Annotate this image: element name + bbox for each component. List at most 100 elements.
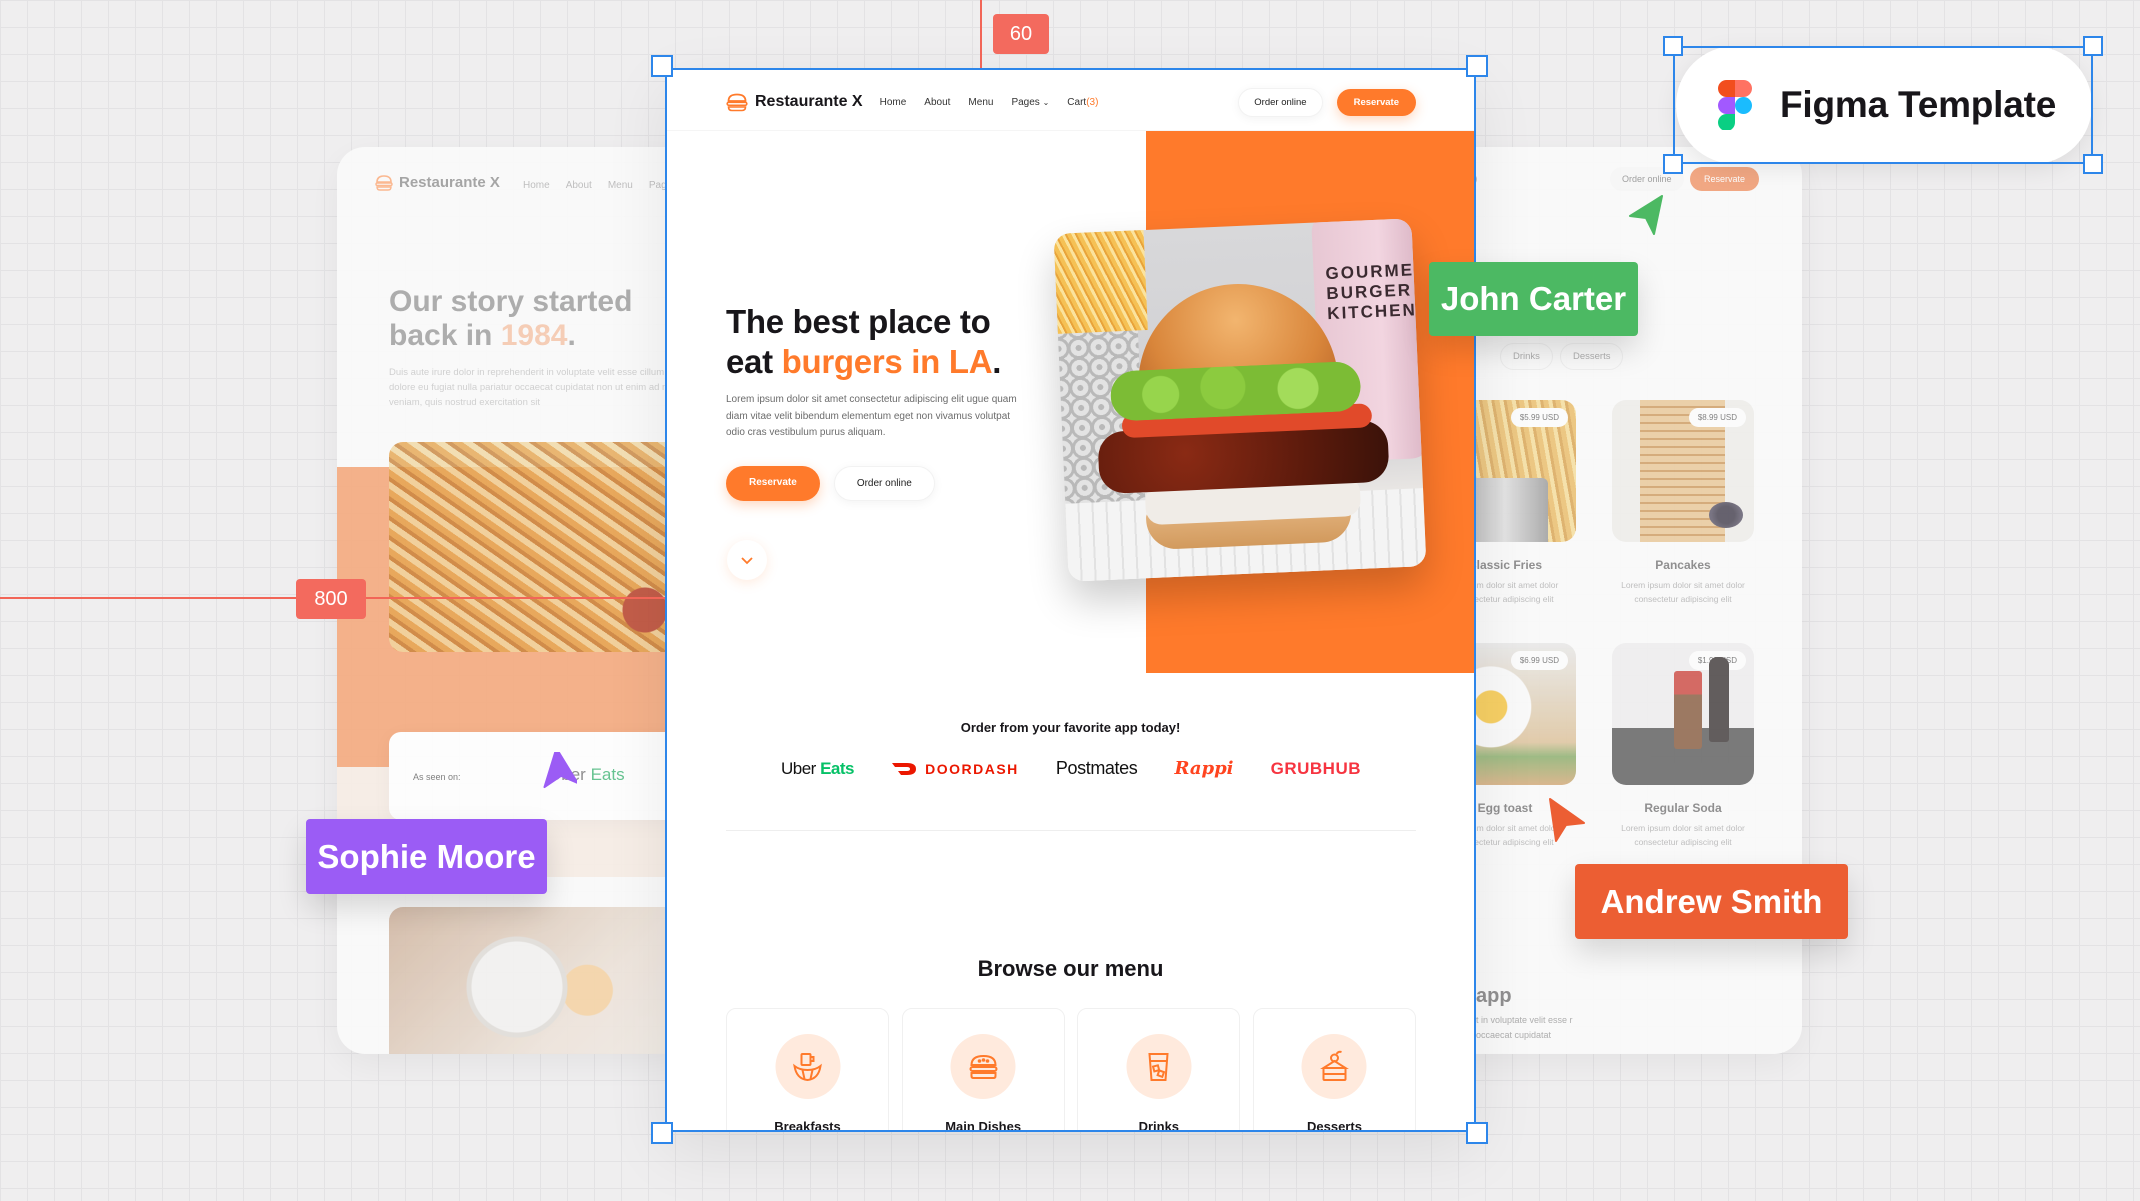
nav-pages-label: Pages [1011, 96, 1040, 108]
eats-text: Eats [590, 765, 625, 784]
item-name: Regular Soda [1644, 801, 1722, 815]
hero-buttons: Reservate Order online [726, 466, 935, 501]
vertical-measure-line [980, 0, 982, 68]
menu-page-app-title: app [1476, 985, 1512, 1007]
item-price: $6.99 USD [1510, 651, 1568, 670]
nav-divider [665, 130, 1476, 131]
fries-graphic [1053, 220, 1148, 335]
as-seen-on-label: As seen on: [413, 772, 461, 782]
about-page-brand-name: Restaurante X [399, 174, 500, 191]
chevron-down-icon [741, 556, 753, 564]
badge-handle-bottom-left[interactable] [1663, 154, 1683, 174]
hero-reservate-button[interactable]: Reservate [726, 466, 820, 501]
doordash-logo[interactable]: DOORDASH [891, 761, 1019, 777]
badge-handle-top-left[interactable] [1663, 36, 1683, 56]
section-divider [726, 830, 1416, 831]
brand-logo[interactable]: Restaurante X [726, 93, 863, 112]
nav-pages[interactable]: Pages ⌄ [1011, 97, 1049, 108]
cup-print-text: GOURMET BURGER KITCHEN [1325, 259, 1427, 324]
hero-title-highlight: burgers in LA [781, 343, 993, 380]
about-page-text: Duis aute irure dolor in reprehenderit i… [389, 367, 670, 408]
home-page-frame[interactable]: Restaurante X Home About Menu Pages ⌄ Ca… [665, 68, 1476, 1132]
menu-tab-drinks: Drinks [1500, 343, 1553, 370]
cursor-arrow-icon [543, 752, 577, 789]
about-title-suffix: . [567, 319, 576, 352]
menu-categories: Breakfasts Main Dishes Drinks Desserts [726, 1008, 1416, 1132]
figma-template-label: Figma Template [1780, 84, 2057, 125]
category-main-dishes[interactable]: Main Dishes [901, 1008, 1065, 1132]
hero-title-line1: The best place to [726, 303, 991, 340]
order-online-button[interactable]: Order online [1238, 87, 1323, 117]
dining-photo [389, 907, 697, 1054]
about-page-nav: Home About Menu Page [523, 180, 672, 191]
about-title-prefix: back in [389, 319, 501, 352]
item-price: $1.99 USD [1688, 651, 1746, 670]
menu-item-card: $1.99 USD Regular Soda Lorem ipsum dolor… [1612, 643, 1754, 849]
horizontal-measure-label: 800 [296, 579, 366, 619]
category-label: Desserts [1307, 1119, 1362, 1132]
browse-menu-title: Browse our menu [977, 956, 1164, 981]
figma-template-badge[interactable]: Figma Template [1676, 46, 2092, 164]
scroll-down-button[interactable] [727, 540, 767, 580]
nav-actions: Order online Reservate [1238, 87, 1416, 117]
top-navigation: Restaurante X Home About Menu Pages ⌄ Ca… [726, 84, 1416, 120]
reservate-button[interactable]: Reservate [1336, 88, 1416, 116]
about-page-title: Our story started back in 1984. [389, 285, 632, 353]
resize-handle-bottom-right[interactable] [1466, 1122, 1488, 1144]
menu-page-reservate: Reservate [1690, 167, 1760, 191]
nav-menu[interactable]: Menu [968, 97, 993, 108]
croissant-coffee-icon [775, 1034, 840, 1099]
figma-logo-icon [1718, 80, 1752, 130]
category-drinks[interactable]: Drinks [1077, 1008, 1241, 1132]
resize-handle-bottom-left[interactable] [651, 1122, 673, 1144]
about-nav-menu: Menu [607, 180, 633, 191]
item-name: Pancakes [1655, 558, 1711, 572]
chevron-down-icon: ⌄ [1042, 97, 1050, 107]
resize-handle-top-left[interactable] [651, 55, 673, 77]
doordash-dash-icon [892, 762, 917, 775]
hero-title-prefix: eat [726, 343, 782, 380]
category-label: Drinks [1138, 1119, 1180, 1132]
category-label: Breakfasts [774, 1119, 841, 1132]
about-title-highlight: 1984 [500, 319, 568, 352]
nav-home[interactable]: Home [880, 97, 907, 108]
category-desserts[interactable]: Desserts [1252, 1008, 1416, 1132]
badge-handle-top-right[interactable] [2083, 36, 2103, 56]
grubhub-logo[interactable]: GRUBHUB [1271, 759, 1361, 779]
brand-name: Restaurante X [755, 93, 863, 110]
about-title-line1: Our story started [389, 285, 633, 318]
about-nav-about: About [565, 180, 592, 191]
category-breakfasts[interactable]: Breakfasts [726, 1008, 889, 1132]
collaborator-tag-john-carter: John Carter [1429, 262, 1638, 336]
nav-links: Home About Menu Pages ⌄ Cart(3) [880, 97, 1099, 108]
cake-slice-icon [1301, 1034, 1367, 1099]
menu-tab-desserts: Desserts [1560, 343, 1624, 370]
hero-order-online-button[interactable]: Order online [833, 466, 935, 501]
hero-burger-image: GOURMET BURGER KITCHEN [1053, 218, 1427, 582]
cart-count: (3) [1086, 96, 1099, 108]
cursor-arrow-icon [1549, 798, 1585, 842]
burger-logo-icon [726, 93, 748, 111]
nav-cart[interactable]: Cart(3) [1067, 97, 1098, 108]
resize-handle-top-right[interactable] [1466, 55, 1488, 77]
nav-about[interactable]: About [924, 97, 950, 108]
category-label: Main Dishes [945, 1119, 1022, 1132]
nav-cart-label: Cart [1067, 96, 1087, 108]
burger-logo-icon [375, 174, 393, 191]
postmates-logo[interactable]: Postmates [1056, 758, 1138, 779]
regular-soda-photo: $1.99 USD [1612, 643, 1754, 785]
cursor-arrow-icon [1629, 195, 1663, 235]
item-desc: Lorem ipsum dolor sit amet dolor consect… [1621, 580, 1745, 604]
about-page-preview: Restaurante X Home About Menu Page Our s… [337, 147, 697, 1054]
hero-description: Lorem ipsum dolor sit amet consectetur a… [726, 394, 1017, 438]
vertical-measure-label: 60 [993, 14, 1049, 54]
rappi-logo[interactable]: Rappi [1174, 758, 1233, 779]
delivery-apps-row: Uber Eats DOORDASH Postmates Rappi GRUBH… [781, 758, 1361, 779]
badge-handle-bottom-right[interactable] [2083, 154, 2103, 174]
burger-icon [950, 1034, 1016, 1099]
uber-eats-logo[interactable]: Uber Eats [781, 759, 855, 779]
menu-item-card: $8.99 USD Pancakes Lorem ipsum dolor sit… [1612, 400, 1754, 606]
item-price: $8.99 USD [1688, 408, 1746, 427]
about-page-logo: Restaurante X [375, 174, 500, 191]
fries-photo [389, 442, 697, 652]
